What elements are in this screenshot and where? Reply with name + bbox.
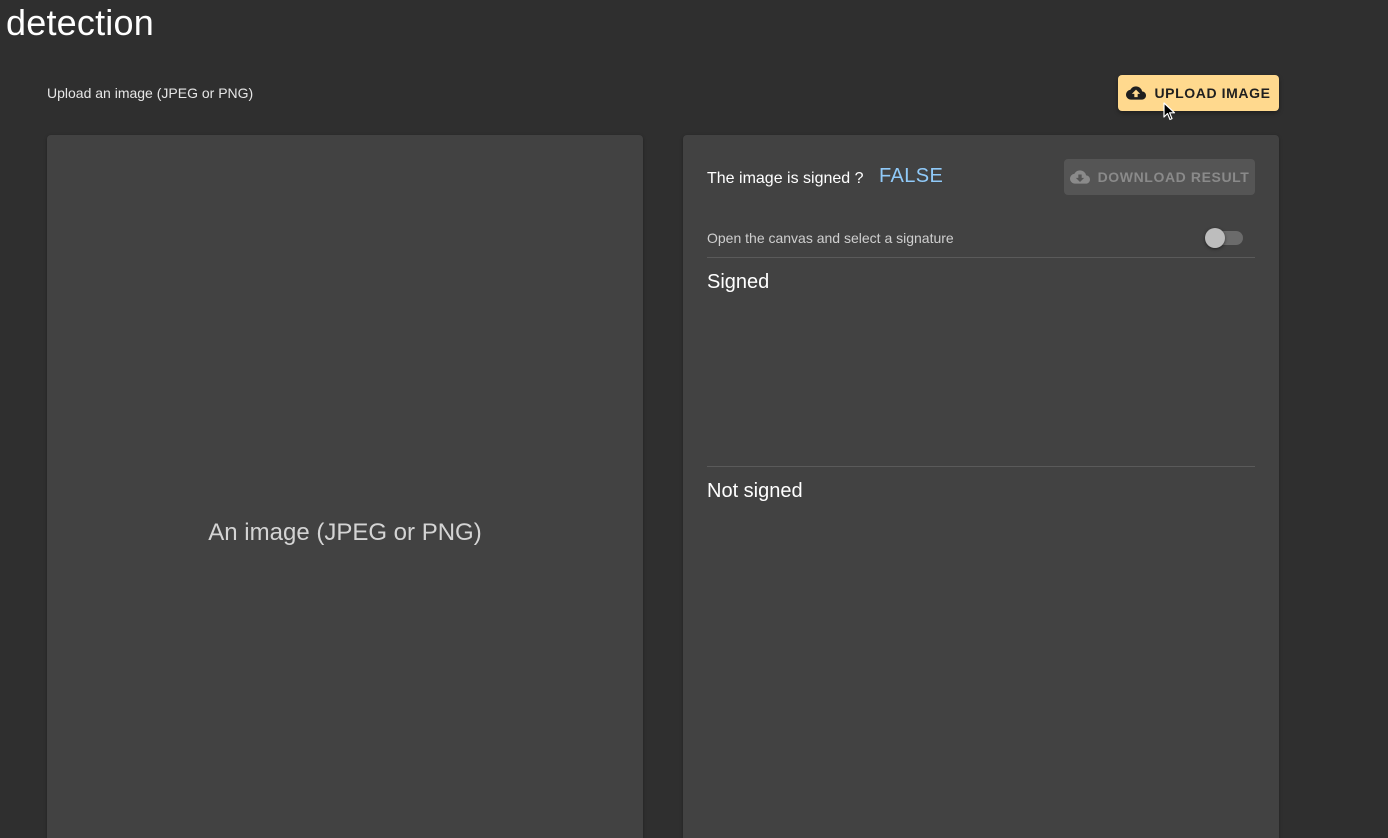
upload-image-label: UPLOAD IMAGE [1154,85,1271,101]
signed-status-value: FALSE [879,165,944,187]
result-panel: The image is signed ? FALSE DOWNLOAD RES… [683,135,1279,838]
upload-image-button[interactable]: UPLOAD IMAGE [1118,75,1279,111]
not-signed-section-heading: Not signed [707,480,803,502]
cloud-upload-icon [1126,83,1147,103]
toggle-thumb [1205,228,1225,248]
signed-question-label: The image is signed ? [707,170,864,187]
divider [707,257,1255,258]
upload-hint: Upload an image (JPEG or PNG) [47,85,254,101]
download-result-label: DOWNLOAD RESULT [1097,169,1250,185]
page-title: detection [6,2,154,43]
not-signed-list-area [707,515,1255,815]
divider [707,466,1255,467]
signed-list-area [707,305,1255,465]
image-placeholder: An image (JPEG or PNG) [208,519,482,546]
canvas-toggle-label: Open the canvas and select a signature [707,230,954,246]
signed-section-heading: Signed [707,271,770,293]
cloud-download-icon [1069,167,1090,187]
mouse-cursor-icon [1163,102,1176,121]
download-result-button[interactable]: DOWNLOAD RESULT [1064,159,1255,195]
image-preview-panel: An image (JPEG or PNG) [47,135,643,838]
canvas-toggle-switch[interactable] [1205,228,1245,248]
